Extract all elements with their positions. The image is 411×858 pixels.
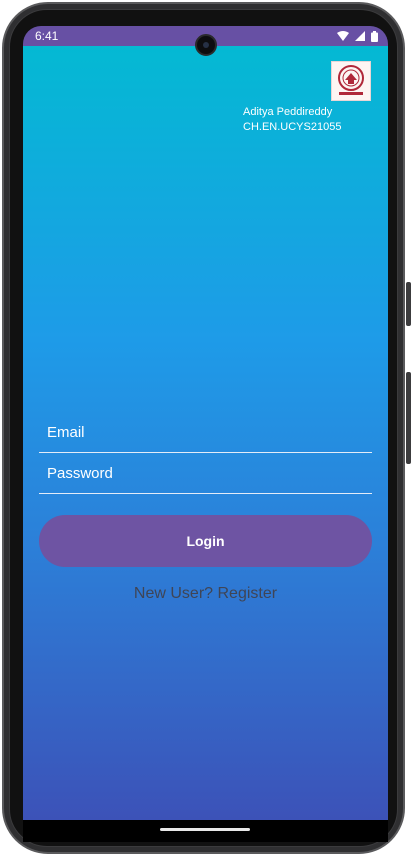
university-seal-icon xyxy=(331,61,371,101)
status-time: 6:41 xyxy=(35,29,59,43)
password-field[interactable] xyxy=(39,454,372,494)
email-input[interactable] xyxy=(39,413,372,452)
status-icons xyxy=(337,29,378,43)
power-button xyxy=(406,372,411,464)
home-gesture-handle[interactable] xyxy=(160,828,250,831)
user-id-label: CH.EN.UCYS21055 xyxy=(243,121,342,133)
volume-button xyxy=(406,282,411,326)
wifi-icon xyxy=(337,31,349,41)
login-button[interactable]: Login xyxy=(39,515,372,567)
login-screen: Aditya Peddireddy CH.EN.UCYS21055 Login … xyxy=(23,46,388,820)
navigation-bar xyxy=(23,820,388,842)
front-camera xyxy=(195,34,217,56)
email-field[interactable] xyxy=(39,413,372,453)
user-name-label: Aditya Peddireddy xyxy=(243,106,333,118)
password-input[interactable] xyxy=(39,454,372,493)
register-link[interactable]: New User? Register xyxy=(23,585,388,603)
device-screen: 6:41 Aditya Peddireddy CH.EN.UCYS21055 E… xyxy=(23,26,388,820)
battery-icon xyxy=(371,30,378,42)
signal-icon xyxy=(355,31,365,41)
